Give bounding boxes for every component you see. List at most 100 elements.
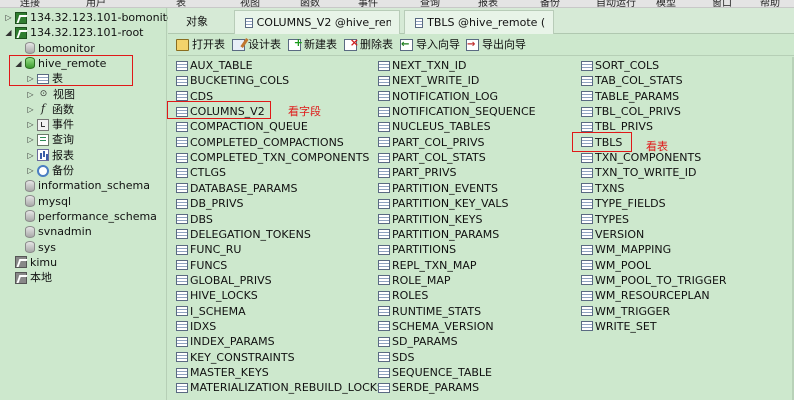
expand-arrow-icon[interactable]: ▷ [26, 132, 35, 147]
table-item-role-map[interactable]: ROLE_MAP [378, 273, 451, 288]
menu-item[interactable]: 窗口 [712, 0, 732, 7]
table-item-global-privs[interactable]: GLOBAL_PRIVS [176, 273, 272, 288]
table-item-wm-resourceplan[interactable]: WM_RESOURCEPLAN [581, 288, 710, 303]
table-item-part-col-privs[interactable]: PART_COL_PRIVS [378, 135, 485, 150]
menu-item[interactable]: 备份 [540, 0, 560, 7]
tab-objects[interactable]: 对象 [178, 10, 234, 34]
menu-item[interactable]: 模型 [656, 0, 676, 7]
tree-item[interactable]: ▷ ⊙ 视图 [26, 87, 75, 102]
table-item-notification-log[interactable]: NOTIFICATION_LOG [378, 89, 498, 104]
table-item-tab-col-stats[interactable]: TAB_COL_STATS [581, 73, 683, 88]
menu-item[interactable]: 查询 [420, 0, 440, 7]
tree-item[interactable]: ▷ 事件 [26, 117, 74, 132]
table-item-tbl-col-privs[interactable]: TBL_COL_PRIVS [581, 104, 681, 119]
table-item-aux-table[interactable]: AUX_TABLE [176, 58, 253, 73]
expand-arrow-icon[interactable]: ▷ [26, 148, 35, 163]
table-item-i-schema[interactable]: I_SCHEMA [176, 304, 246, 319]
menu-item[interactable]: 事件 [358, 0, 378, 7]
table-item-wm-pool-to-trigger[interactable]: WM_POOL_TO_TRIGGER [581, 273, 727, 288]
table-item-wm-mapping[interactable]: WM_MAPPING [581, 242, 671, 257]
import-wizard-button[interactable]: 导入向导 [400, 37, 460, 53]
table-item-nucleus-tables[interactable]: NUCLEUS_TABLES [378, 119, 491, 134]
table-item-idxs[interactable]: IDXS [176, 319, 216, 334]
table-item-version[interactable]: VERSION [581, 227, 644, 242]
table-item-roles[interactable]: ROLES [378, 288, 428, 303]
tree-item[interactable]: ▷ f 函数 [26, 102, 74, 117]
table-item-txns[interactable]: TXNS [581, 181, 624, 196]
menu-item[interactable]: 报表 [478, 0, 498, 7]
table-item-completed-compactions[interactable]: COMPLETED_COMPACTIONS [176, 135, 344, 150]
table-item-database-params[interactable]: DATABASE_PARAMS [176, 181, 298, 196]
table-item-partition-params[interactable]: PARTITION_PARAMS [378, 227, 499, 242]
tree-item-svnadmin[interactable]: svnadmin [14, 224, 92, 239]
tree-item-kimu[interactable]: kimu [4, 255, 57, 270]
table-item-next-txn-id[interactable]: NEXT_TXN_ID [378, 58, 466, 73]
tree-item-134-32-123-101-root[interactable]: ◢ 134.32.123.101-root [4, 25, 143, 40]
table-item-index-params[interactable]: INDEX_PARAMS [176, 334, 275, 349]
table-item-notification-sequence[interactable]: NOTIFICATION_SEQUENCE [378, 104, 536, 119]
table-item-wm-pool[interactable]: WM_POOL [581, 258, 651, 273]
table-item-funcs[interactable]: FUNCS [176, 258, 227, 273]
table-item-repl-txn-map[interactable]: REPL_TXN_MAP [378, 258, 477, 273]
tree-item[interactable]: ▷ 备份 [26, 163, 74, 178]
table-item-key-constraints[interactable]: KEY_CONSTRAINTS [176, 350, 295, 365]
tree-item[interactable]: ▷ 查询 [26, 132, 74, 147]
table-item-completed-txn-components[interactable]: COMPLETED_TXN_COMPONENTS [176, 150, 369, 165]
menu-item[interactable]: 帮助 [760, 0, 780, 7]
table-item-runtime-stats[interactable]: RUNTIME_STATS [378, 304, 481, 319]
tree-item[interactable]: ▷ 报表 [26, 148, 74, 163]
table-item-partitions[interactable]: PARTITIONS [378, 242, 456, 257]
tab-tbls[interactable]: TBLS @hive_remote (134.32.123... [404, 10, 554, 34]
table-item-serde-params[interactable]: SERDE_PARAMS [378, 380, 479, 395]
table-item-ctlgs[interactable]: CTLGS [176, 165, 226, 180]
expand-arrow-icon[interactable]: ▷ [26, 117, 35, 132]
menu-item[interactable]: 自动运行 [596, 0, 636, 7]
tree-item[interactable]: 本地 [4, 270, 52, 285]
tree-item-information-schema[interactable]: information_schema [14, 178, 150, 193]
table-item-materialization-rebuild-locks[interactable]: MATERIALIZATION_REBUILD_LOCKS [176, 380, 384, 395]
table-item-part-col-stats[interactable]: PART_COL_STATS [378, 150, 486, 165]
table-item-next-write-id[interactable]: NEXT_WRITE_ID [378, 73, 479, 88]
table-item-bucketing-cols[interactable]: BUCKETING_COLS [176, 73, 289, 88]
table-item-hive-locks[interactable]: HIVE_LOCKS [176, 288, 258, 303]
expand-arrow-icon[interactable]: ▷ [26, 163, 35, 178]
table-item-master-keys[interactable]: MASTER_KEYS [176, 365, 269, 380]
menu-item[interactable]: 函数 [300, 0, 320, 7]
delete-table-button[interactable]: 删除表 [344, 35, 393, 53]
table-item-sort-cols[interactable]: SORT_COLS [581, 58, 659, 73]
table-item-part-privs[interactable]: PART_PRIVS [378, 165, 457, 180]
table-item-delegation-tokens[interactable]: DELEGATION_TOKENS [176, 227, 311, 242]
menu-item[interactable]: 表 [176, 0, 186, 7]
design-table-button[interactable]: 设计表 [232, 37, 281, 53]
open-table-button[interactable]: 打开表 [176, 37, 225, 53]
tree-item-134-32-123-101-bomonitor[interactable]: ▷ 134.32.123.101-bomonitor [4, 10, 178, 25]
table-item-sds[interactable]: SDS [378, 350, 414, 365]
table-item-table-params[interactable]: TABLE_PARAMS [581, 89, 679, 104]
table-item-partition-key-vals[interactable]: PARTITION_KEY_VALS [378, 196, 508, 211]
expand-arrow-icon[interactable]: ◢ [4, 25, 13, 40]
export-wizard-button[interactable]: 导出向导 [466, 37, 526, 53]
table-item-partition-events[interactable]: PARTITION_EVENTS [378, 181, 498, 196]
table-item-dbs[interactable]: DBS [176, 212, 213, 227]
table-item-sd-params[interactable]: SD_PARAMS [378, 334, 458, 349]
tree-item-sys[interactable]: sys [14, 240, 56, 255]
new-table-button[interactable]: 新建表 [288, 35, 337, 53]
expand-arrow-icon[interactable]: ▷ [26, 87, 35, 102]
expand-arrow-icon[interactable]: ▷ [26, 102, 35, 117]
table-item-type-fields[interactable]: TYPE_FIELDS [581, 196, 666, 211]
table-item-txn-to-write-id[interactable]: TXN_TO_WRITE_ID [581, 165, 697, 180]
table-item-sequence-table[interactable]: SEQUENCE_TABLE [378, 365, 492, 380]
table-item-wm-trigger[interactable]: WM_TRIGGER [581, 304, 670, 319]
table-item-db-privs[interactable]: DB_PRIVS [176, 196, 244, 211]
table-item-schema-version[interactable]: SCHEMA_VERSION [378, 319, 494, 334]
menu-item[interactable]: 用户 [86, 0, 106, 7]
tree-item-performance-schema[interactable]: performance_schema [14, 209, 157, 224]
table-item-partition-keys[interactable]: PARTITION_KEYS [378, 212, 482, 227]
table-item-compaction-queue[interactable]: COMPACTION_QUEUE [176, 119, 308, 134]
tree-item-mysql[interactable]: mysql [14, 194, 71, 209]
table-item-write-set[interactable]: WRITE_SET [581, 319, 657, 334]
menu-item[interactable]: 连接 [20, 0, 40, 7]
tree-item-bomonitor[interactable]: bomonitor [14, 41, 95, 56]
expand-arrow-icon[interactable]: ▷ [4, 10, 13, 25]
table-item-func-ru[interactable]: FUNC_RU [176, 242, 241, 257]
